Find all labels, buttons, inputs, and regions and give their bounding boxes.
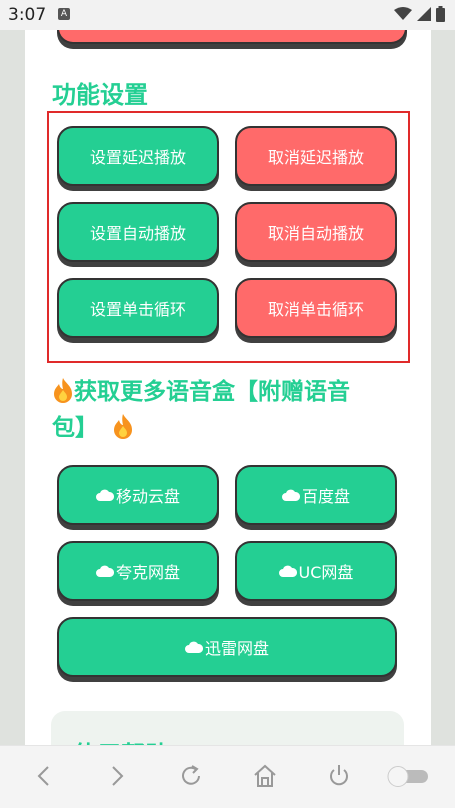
wifi-icon	[394, 7, 412, 20]
baidu-pan-button[interactable]: 百度盘	[235, 465, 397, 525]
uc-pan-label: UC网盘	[298, 563, 354, 582]
forward-icon[interactable]	[103, 762, 131, 790]
quark-pan-label: 夸克网盘	[115, 563, 180, 582]
set-click-loop-button[interactable]: 设置单击循环	[57, 278, 219, 338]
page-content[interactable]: 功能设置 设置延迟播放 取消延迟播放 设置自动播放 取消自动播放 设置单击循环 …	[25, 30, 431, 746]
cloud-icon	[95, 565, 114, 577]
status-time: 3:07	[8, 5, 47, 25]
signal-icon	[417, 7, 431, 21]
browser-nav-bar	[0, 745, 455, 808]
baidu-pan-label: 百度盘	[301, 487, 350, 506]
cancel-auto-play-button[interactable]: 取消自动播放	[235, 202, 397, 262]
mobile-cloud-button[interactable]: 移动云盘	[57, 465, 219, 525]
xunlei-pan-label: 迅雷网盘	[204, 639, 269, 658]
back-icon[interactable]	[30, 762, 58, 790]
download-section-title: 获取更多语音盒【附赠语音 包】	[52, 374, 412, 446]
left-gutter	[0, 30, 25, 746]
download-title-line2: 包】	[52, 415, 98, 441]
cloud-icon	[184, 641, 203, 653]
help-card: 使用帮助	[51, 711, 404, 746]
uc-pan-button[interactable]: UC网盘	[235, 541, 397, 601]
mobile-cloud-label: 移动云盘	[115, 487, 180, 506]
quark-pan-button[interactable]: 夸克网盘	[57, 541, 219, 601]
cancel-click-loop-button[interactable]: 取消单击循环	[235, 278, 397, 338]
set-delay-play-button[interactable]: 设置延迟播放	[57, 126, 219, 186]
status-bar: 3:07 A	[0, 0, 455, 30]
top-partial-button[interactable]	[57, 30, 407, 44]
status-icons	[394, 6, 445, 22]
notification-badge: A	[58, 8, 70, 20]
fire-icon	[54, 378, 72, 403]
power-icon[interactable]	[325, 762, 353, 790]
refresh-icon[interactable]	[177, 762, 205, 790]
download-title-line1: 获取更多语音盒【附赠语音	[74, 379, 350, 405]
toggle-switch[interactable]	[386, 764, 430, 788]
fire-icon	[114, 414, 133, 439]
battery-icon	[436, 6, 445, 22]
set-auto-play-button[interactable]: 设置自动播放	[57, 202, 219, 262]
home-icon[interactable]	[251, 762, 279, 790]
cloud-icon	[281, 489, 300, 501]
settings-section-title: 功能设置	[52, 81, 148, 109]
cloud-icon	[278, 565, 297, 577]
cloud-icon	[95, 489, 114, 501]
xunlei-pan-button[interactable]: 迅雷网盘	[57, 617, 397, 677]
right-gutter	[431, 30, 455, 746]
cancel-delay-play-button[interactable]: 取消延迟播放	[235, 126, 397, 186]
